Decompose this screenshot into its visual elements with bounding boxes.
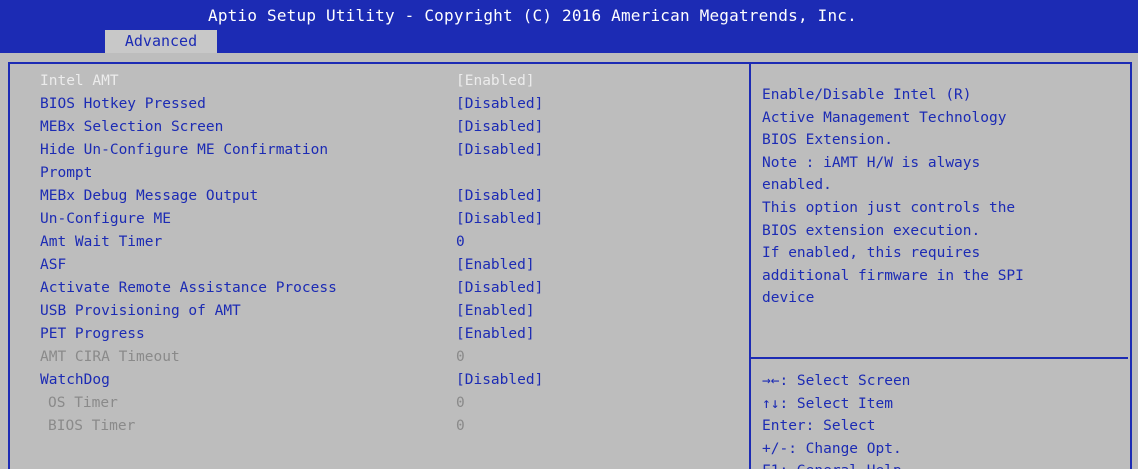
setting-unconfigure-me[interactable]: Un-Configure ME [Disabled] (0, 211, 740, 233)
setting-label: USB Provisioning of AMT (40, 303, 241, 319)
help-line: BIOS Extension. (762, 132, 893, 149)
setting-value: 0 (456, 418, 465, 434)
title-bar: Aptio Setup Utility - Copyright (C) 2016… (0, 0, 1138, 53)
setting-amt-wait-timer[interactable]: Amt Wait Timer 0 (0, 234, 740, 256)
setting-value[interactable]: [Disabled] (456, 211, 543, 227)
setting-label: WatchDog (40, 372, 110, 388)
setting-label: Intel AMT (40, 73, 119, 89)
setting-value[interactable]: 0 (456, 234, 465, 250)
setting-bios-hotkey-pressed[interactable]: BIOS Hotkey Pressed [Disabled] (0, 96, 740, 118)
setting-activate-remote-assistance[interactable]: Activate Remote Assistance Process [Disa… (0, 280, 740, 302)
help-line: enabled. (762, 177, 832, 194)
help-line: BIOS extension execution. (762, 222, 981, 239)
help-text: Enable/Disable Intel (R) Active Manageme… (762, 84, 1122, 310)
help-line: This option just controls the (762, 199, 1016, 216)
setting-label: OS Timer (48, 395, 118, 411)
key-select-item: ↑↓: Select Item (762, 395, 893, 412)
setting-amt-cira-timeout: AMT CIRA Timeout 0 (0, 349, 740, 371)
setting-intel-amt[interactable]: Intel AMT [Enabled] (0, 73, 740, 95)
setting-label: Prompt (40, 165, 93, 181)
key-select-screen: →←: Select Screen (762, 373, 911, 389)
setting-pet-progress[interactable]: PET Progress [Enabled] (0, 326, 740, 348)
setting-watchdog[interactable]: WatchDog [Disabled] (0, 372, 740, 394)
setting-hide-unconfigure-me-confirmation[interactable]: Hide Un-Configure ME Confirmation [Disab… (0, 142, 740, 164)
help-line: Enable/Disable Intel (R) (762, 87, 972, 103)
key-general-help: F1: General Help (762, 460, 1122, 469)
help-line: If enabled, this requires (762, 245, 981, 262)
setting-value[interactable]: [Disabled] (456, 119, 543, 135)
window-title: Aptio Setup Utility - Copyright (C) 2016… (208, 6, 857, 25)
setting-hide-unconfigure-me-confirmation-cont: Prompt (0, 165, 740, 187)
setting-label: BIOS Hotkey Pressed (40, 96, 206, 112)
setting-label: AMT CIRA Timeout (40, 349, 180, 365)
setting-label: BIOS Timer (48, 418, 136, 434)
setting-value[interactable]: [Enabled] (456, 303, 535, 319)
setting-value[interactable]: [Disabled] (456, 142, 543, 158)
help-separator (751, 357, 1128, 359)
setting-value[interactable]: [Enabled] (456, 73, 535, 89)
setting-value: 0 (456, 349, 465, 365)
setting-value[interactable]: [Disabled] (456, 280, 543, 296)
key-legend: →←: Select Screen ↑↓: Select Item Enter:… (762, 370, 1122, 469)
setting-value[interactable]: [Disabled] (456, 188, 543, 204)
setting-asf[interactable]: ASF [Enabled] (0, 257, 740, 279)
setting-value[interactable]: [Disabled] (456, 372, 543, 388)
setting-label: Hide Un-Configure ME Confirmation (40, 142, 329, 158)
help-line: additional firmware in the SPI (762, 267, 1024, 284)
setting-mebx-selection-screen[interactable]: MEBx Selection Screen [Disabled] (0, 119, 740, 141)
setting-label: MEBx Debug Message Output (40, 188, 259, 204)
key-enter-select: Enter: Select (762, 418, 876, 435)
tab-advanced[interactable]: Advanced (105, 30, 217, 53)
setting-label: Amt Wait Timer (40, 234, 163, 250)
setting-value[interactable]: [Enabled] (456, 257, 535, 273)
setting-value[interactable]: [Enabled] (456, 326, 535, 342)
setting-label: Activate Remote Assistance Process (40, 280, 337, 296)
setting-mebx-debug-message-output[interactable]: MEBx Debug Message Output [Disabled] (0, 188, 740, 210)
setting-label: Un-Configure ME (40, 211, 171, 227)
help-line: Active Management Technology (762, 109, 1007, 126)
setting-label: MEBx Selection Screen (40, 119, 224, 135)
panel-divider (749, 62, 751, 469)
help-line: Note : iAMT H/W is always (762, 154, 981, 171)
help-line: device (762, 290, 815, 307)
setting-usb-provisioning-amt[interactable]: USB Provisioning of AMT [Enabled] (0, 303, 740, 325)
setting-value: 0 (456, 395, 465, 411)
bios-screen: Aptio Setup Utility - Copyright (C) 2016… (0, 0, 1138, 469)
setting-value[interactable]: [Disabled] (456, 96, 543, 112)
key-change-opt: +/-: Change Opt. (762, 440, 902, 457)
setting-bios-timer: BIOS Timer 0 (0, 418, 740, 440)
setting-label: ASF (40, 257, 67, 273)
setting-os-timer: OS Timer 0 (0, 395, 740, 417)
setting-label: PET Progress (40, 326, 145, 342)
